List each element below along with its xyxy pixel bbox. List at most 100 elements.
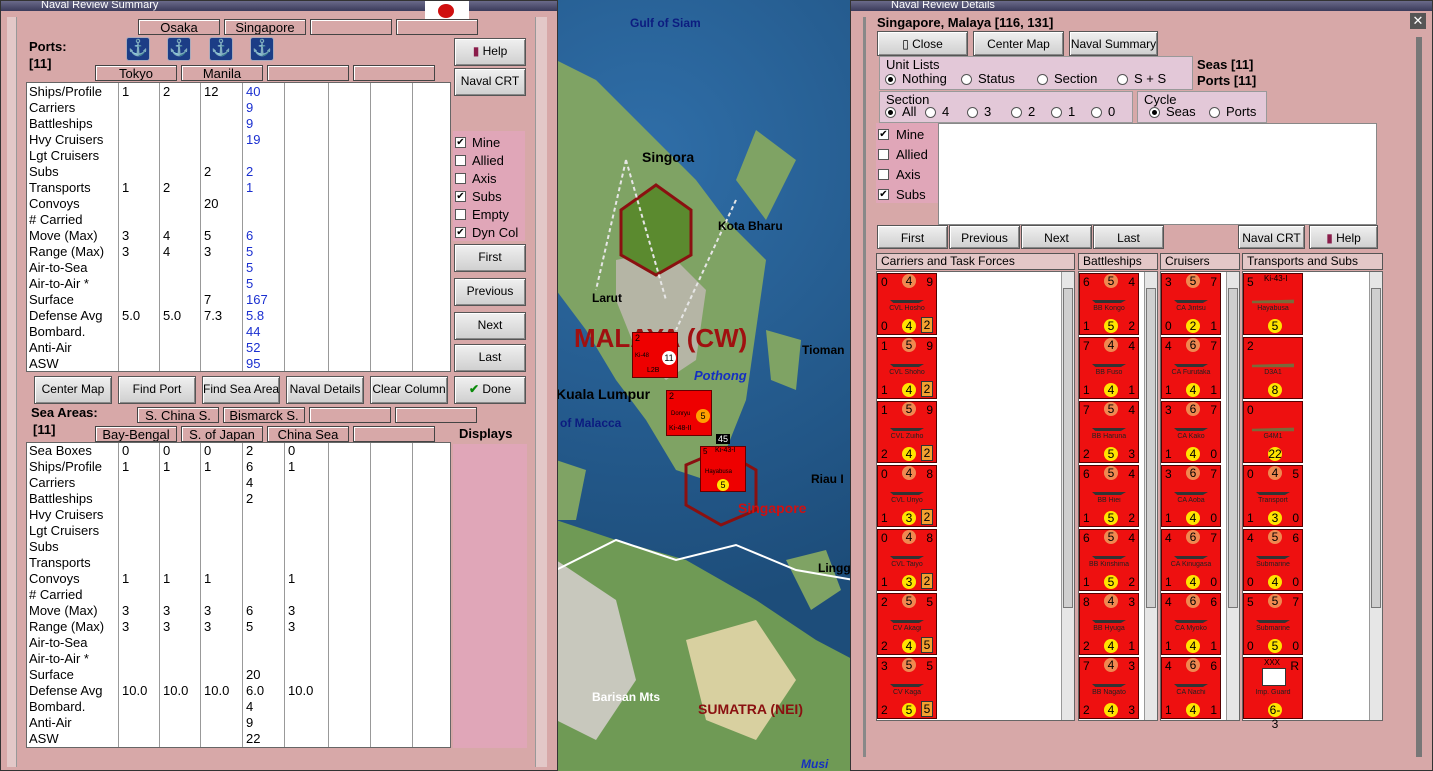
clear-column-button[interactable]: Clear Column bbox=[370, 376, 448, 404]
checkbox-mine[interactable]: ✔ bbox=[455, 137, 466, 148]
next-button[interactable]: Next bbox=[454, 312, 526, 340]
radio-cycle-1[interactable] bbox=[1209, 107, 1220, 118]
port-header-empty-4[interactable] bbox=[353, 65, 435, 81]
game-map[interactable]: Gulf of Siam Singora Kota Bharu Larut MA… bbox=[556, 0, 854, 771]
last-button[interactable]: Last bbox=[454, 344, 526, 372]
map-unit-donryu[interactable]: 2 Ki-48-II Donryu 5 bbox=[666, 390, 712, 436]
summary-titlebar[interactable]: Naval Review Summary bbox=[1, 1, 557, 11]
radio-unit-list-1[interactable] bbox=[961, 74, 972, 85]
find-sea-area-button[interactable]: Find Sea Area bbox=[202, 376, 280, 404]
sea-header-south-china-sea[interactable]: S. China S. bbox=[137, 407, 219, 423]
center-map-button[interactable]: Center Map bbox=[973, 31, 1064, 56]
close-icon[interactable]: ✕ bbox=[1410, 13, 1426, 29]
radio-section-3[interactable] bbox=[1011, 107, 1022, 118]
unit-counter[interactable]: 2 8 D3A1 bbox=[1243, 337, 1303, 399]
port-header-osaka[interactable]: Osaka bbox=[138, 19, 220, 35]
help-button[interactable]: ▮ Help bbox=[454, 38, 526, 66]
unit-counter[interactable]: 1 5 9 1 4 2 CVL Shoho bbox=[877, 337, 937, 399]
sea-header-china-sea[interactable]: China Sea bbox=[267, 426, 349, 442]
previous-button[interactable]: Previous bbox=[949, 225, 1020, 249]
center-map-button[interactable]: Center Map bbox=[34, 376, 112, 404]
radio-unit-list-3[interactable] bbox=[1117, 74, 1128, 85]
sea-header-empty-3[interactable] bbox=[353, 426, 435, 442]
unit-counter[interactable]: 7 5 4 2 5 3 BB Haruna bbox=[1079, 401, 1139, 463]
unit-counter[interactable]: 7 4 3 2 4 3 BB Nagato bbox=[1079, 657, 1139, 719]
unit-counter[interactable]: 0 4 5 1 3 0 Transport bbox=[1243, 465, 1303, 527]
details-titlebar[interactable]: Naval Review Details bbox=[851, 1, 1432, 11]
port-header-tokyo[interactable]: Tokyo bbox=[95, 65, 177, 81]
radio-section-5[interactable] bbox=[1091, 107, 1102, 118]
close-button[interactable]: ▯ Close bbox=[877, 31, 968, 56]
unit-counter[interactable]: 0 4 8 1 3 2 CVL Unyo bbox=[877, 465, 937, 527]
unit-counter[interactable]: 4 6 6 1 4 1 CA Nachi bbox=[1161, 657, 1221, 719]
sea-header-empty-1[interactable] bbox=[309, 407, 391, 423]
radio-section-0[interactable] bbox=[885, 107, 896, 118]
radio-section-1[interactable] bbox=[925, 107, 936, 118]
radio-section-4[interactable] bbox=[1051, 107, 1062, 118]
previous-button[interactable]: Previous bbox=[454, 278, 526, 306]
port-header-manila[interactable]: Manila bbox=[181, 65, 263, 81]
unit-counter[interactable]: 6 5 4 1 5 2 BB Hiei bbox=[1079, 465, 1139, 527]
unit-counter[interactable]: 4 6 7 1 4 0 CA Kinugasa bbox=[1161, 529, 1221, 591]
port-header-empty-1[interactable] bbox=[310, 19, 392, 35]
unit-counter[interactable]: 3 6 7 1 4 0 CA Aoba bbox=[1161, 465, 1221, 527]
unit-counter[interactable]: 4 6 7 1 4 1 CA Furutaka bbox=[1161, 337, 1221, 399]
naval-details-button[interactable]: Naval Details bbox=[286, 376, 364, 404]
naval-summary-button[interactable]: Naval Summary bbox=[1069, 31, 1158, 56]
checkbox-mine[interactable]: ✔ bbox=[878, 129, 889, 140]
battleships-scrollbar[interactable] bbox=[1144, 272, 1157, 720]
naval-crt-button[interactable]: Naval CRT bbox=[1238, 225, 1305, 249]
sea-header-bay-bengal[interactable]: Bay-Bengal bbox=[95, 426, 177, 442]
port-header-empty-2[interactable] bbox=[396, 19, 478, 35]
next-button[interactable]: Next bbox=[1021, 225, 1092, 249]
checkbox-subs[interactable]: ✔ bbox=[878, 189, 889, 200]
checkbox-axis[interactable] bbox=[455, 173, 466, 184]
unit-counter[interactable]: 4 5 6 0 4 0 Submarine bbox=[1243, 529, 1303, 591]
naval-crt-button[interactable]: Naval CRT bbox=[454, 68, 526, 96]
unit-counter[interactable]: 1 5 9 2 4 2 CVL Zuiho bbox=[877, 401, 937, 463]
checkbox-dyn-col[interactable]: ✔ bbox=[455, 227, 466, 238]
sea-header-empty-2[interactable] bbox=[395, 407, 477, 423]
unit-counter[interactable]: R 6-3 Imp. Guard XXX bbox=[1243, 657, 1303, 731]
find-port-button[interactable]: Find Port bbox=[118, 376, 196, 404]
anchor-icon[interactable]: ⚓ bbox=[209, 37, 233, 61]
help-button[interactable]: ▮ Help bbox=[1309, 225, 1378, 249]
radio-cycle-0[interactable] bbox=[1149, 107, 1160, 118]
unit-counter[interactable]: 3 6 7 1 4 0 CA Kako bbox=[1161, 401, 1221, 463]
unit-counter[interactable]: 5 5 Hayabusa Ki-43-I bbox=[1243, 273, 1303, 335]
checkbox-allied[interactable] bbox=[878, 149, 889, 160]
radio-unit-list-0[interactable] bbox=[885, 74, 896, 85]
checkbox-axis[interactable] bbox=[878, 169, 889, 180]
sea-header-sea-of-japan[interactable]: S. of Japan bbox=[181, 426, 263, 442]
unit-counter[interactable]: 4 6 6 1 4 1 CA Myoko bbox=[1161, 593, 1221, 655]
unit-counter[interactable]: 0 22 G4M1 bbox=[1243, 401, 1303, 463]
checkbox-allied[interactable] bbox=[455, 155, 466, 166]
cruisers-scrollbar[interactable] bbox=[1226, 272, 1239, 720]
first-button[interactable]: First bbox=[877, 225, 948, 249]
unit-counter[interactable]: 5 5 7 0 5 0 Submarine bbox=[1243, 593, 1303, 655]
first-button[interactable]: First bbox=[454, 244, 526, 272]
unit-counter[interactable]: 3 5 7 0 2 1 CA Jintsu bbox=[1161, 273, 1221, 335]
carriers-scrollbar[interactable] bbox=[1061, 272, 1074, 720]
unit-counter[interactable]: 0 4 9 0 4 2 CVL Hosho bbox=[877, 273, 937, 335]
anchor-icon[interactable]: ⚓ bbox=[126, 37, 150, 61]
map-unit-hayabusa[interactable]: 5 Ki-43-I Hayabusa 5 bbox=[700, 446, 746, 492]
unit-counter[interactable]: 7 4 4 1 4 1 BB Fuso bbox=[1079, 337, 1139, 399]
unit-counter[interactable]: 8 4 3 2 4 1 BB Hyuga bbox=[1079, 593, 1139, 655]
done-button[interactable]: ✔ Done bbox=[454, 376, 526, 404]
checkbox-empty[interactable] bbox=[455, 209, 466, 220]
unit-counter[interactable]: 2 5 5 2 4 5 CV Akagi bbox=[877, 593, 937, 655]
map-unit-bomber[interactable]: 2 L2B Ki-48 11 bbox=[632, 332, 678, 378]
unit-counter[interactable]: 6 5 4 1 5 2 BB Kongo bbox=[1079, 273, 1139, 335]
radio-unit-list-2[interactable] bbox=[1037, 74, 1048, 85]
anchor-icon[interactable]: ⚓ bbox=[167, 37, 191, 61]
unit-counter[interactable]: 3 5 5 2 5 5 CV Kaga bbox=[877, 657, 937, 719]
radio-section-2[interactable] bbox=[967, 107, 978, 118]
unit-counter[interactable]: 0 4 8 1 3 2 CVL Taiyo bbox=[877, 529, 937, 591]
transports-scrollbar[interactable] bbox=[1369, 272, 1382, 720]
port-header-singapore[interactable]: Singapore bbox=[224, 19, 306, 35]
unit-counter[interactable]: 6 5 4 1 5 2 BB Kirishima bbox=[1079, 529, 1139, 591]
anchor-icon[interactable]: ⚓ bbox=[250, 37, 274, 61]
last-button[interactable]: Last bbox=[1093, 225, 1164, 249]
port-header-empty-3[interactable] bbox=[267, 65, 349, 81]
